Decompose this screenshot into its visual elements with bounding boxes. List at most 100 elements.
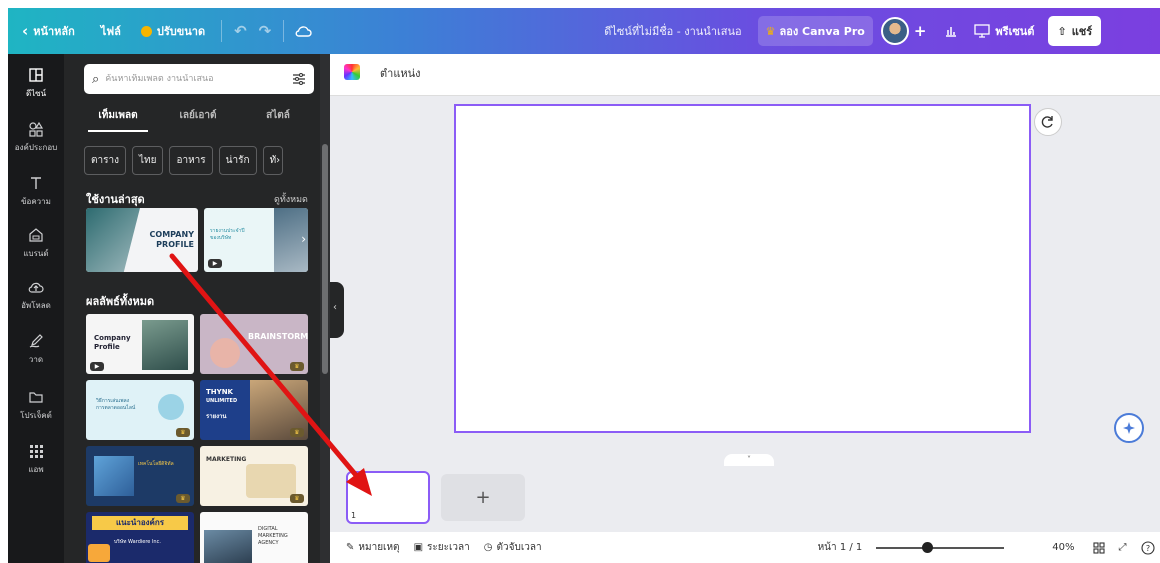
search-box[interactable]: ⌕	[84, 64, 314, 94]
template-card-online-marketing[interactable]: วิธีการเล่นเพลง การตลาดออนไลน์ ♛	[86, 380, 194, 440]
document-title[interactable]: ดีไซน์ที่ไม่มีชื่อ - งานนำเสนอ	[604, 22, 741, 40]
template-image	[142, 320, 188, 370]
draw-icon	[29, 334, 43, 348]
help-icon[interactable]: ?	[1140, 540, 1155, 555]
zoom-slider[interactable]	[876, 541, 1005, 553]
rail-item-text[interactable]: ข้อความ	[8, 174, 64, 208]
zoom-level[interactable]: 40%	[1052, 542, 1074, 553]
chip-more[interactable]: ทั›	[262, 146, 284, 175]
template-card-company-profile[interactable]: COMPANY PROFILE	[86, 208, 198, 272]
apps-grid-icon	[30, 445, 43, 458]
rail-item-elements[interactable]: องค์ประกอบ	[8, 120, 64, 154]
template-heading: Company Profile	[94, 334, 131, 351]
template-card-annual-report[interactable]: รายงานประจำปี ของบริษัท ▶ ›	[204, 208, 308, 272]
folder-icon	[29, 392, 43, 403]
brand-icon	[29, 228, 43, 242]
insights-icon[interactable]	[944, 24, 958, 38]
add-collaborator-icon[interactable]: +	[914, 22, 927, 40]
template-image	[204, 530, 252, 563]
crown-icon: ♛	[290, 428, 304, 437]
share-button[interactable]: ⇧ แชร์	[1048, 16, 1102, 46]
crown-icon	[140, 25, 152, 37]
crown-icon: ♛	[290, 494, 304, 503]
page-count[interactable]: หน้า 1 / 1	[818, 540, 863, 555]
template-card-company-intro[interactable]: แนะนำองค์กร บริษัท Wardiere Inc.	[86, 512, 194, 563]
template-heading: THYNK UNLIMITED รายงาน	[206, 388, 238, 420]
collapse-panel-handle[interactable]: ‹	[330, 282, 344, 338]
grid-view-icon[interactable]	[1092, 541, 1105, 554]
tab-templates[interactable]: เท็มเพลต	[78, 108, 158, 132]
chip-thai[interactable]: ไทย	[131, 146, 164, 175]
chevron-right-icon: ›	[276, 155, 281, 166]
template-heading: เทคโนโลยีดิจิทัล	[138, 461, 174, 467]
recent-title: ใช้งานล่าสุด	[86, 193, 145, 206]
duration-icon: ▣	[413, 542, 424, 553]
template-card-company-profile-2[interactable]: Company Profile ▶	[86, 314, 194, 374]
slide-page[interactable]	[454, 104, 1031, 433]
template-card-thynk[interactable]: THYNK UNLIMITED รายงาน ♛	[200, 380, 308, 440]
video-icon: ▶	[90, 362, 104, 371]
try-pro-button[interactable]: ♛ ลอง Canva Pro	[757, 16, 873, 46]
editor-toolbar: ตำแหน่ง	[330, 54, 1160, 96]
template-illustration	[246, 464, 296, 498]
chevron-down-icon[interactable]: ˅	[724, 454, 774, 466]
timer-button[interactable]: ◷ ตัวจับเวลา	[484, 540, 542, 555]
template-card-tech-lesson[interactable]: เทคโนโลยีดิจิทัล ♛	[86, 446, 194, 506]
panel-scrollbar[interactable]	[322, 144, 328, 374]
cloud-saved-icon[interactable]	[294, 24, 312, 38]
timer-icon: ◷	[483, 542, 493, 553]
color-picker-icon[interactable]	[344, 64, 360, 80]
design-icon	[29, 68, 43, 82]
filter-icon[interactable]	[292, 73, 306, 85]
rail-item-apps[interactable]: แอพ	[8, 442, 64, 476]
template-illustration	[210, 338, 240, 368]
rail-item-draw[interactable]: วาด	[8, 332, 64, 366]
panel-tabs: เท็มเพลต เลย์เอาต์ สไตล์	[78, 108, 318, 132]
chip-cute[interactable]: น่ารัก	[218, 146, 257, 175]
add-page-button[interactable]: +	[441, 474, 525, 521]
rail-item-projects[interactable]: โปรเจ็คต์	[8, 388, 64, 422]
video-icon: ▶	[208, 259, 222, 268]
duration-button[interactable]: ▣ ระยะเวลา	[414, 540, 470, 555]
search-input[interactable]	[105, 74, 286, 84]
template-card-digital-agency[interactable]: DIGITAL MARKETING AGENCY	[200, 512, 308, 563]
chip-food[interactable]: อาหาร	[169, 146, 213, 175]
template-heading: วิธีการเล่นเพลง การตลาดออนไลน์	[96, 398, 136, 411]
template-heading: แนะนำองค์กร	[92, 516, 188, 530]
upload-cloud-icon	[28, 282, 44, 293]
rail-item-design[interactable]: ดีไซน์	[8, 66, 64, 100]
crown-icon: ♛	[765, 24, 776, 38]
template-card-brainstorm[interactable]: BRAINSTORM ♛	[200, 314, 308, 374]
magic-sparkle-icon[interactable]	[1114, 413, 1144, 443]
avatar[interactable]	[880, 17, 909, 45]
template-card-marketing[interactable]: MARKETING ♛	[200, 446, 308, 506]
rail-item-uploads[interactable]: อัพโหลด	[8, 278, 64, 312]
redo-icon[interactable]: ↷	[259, 22, 272, 40]
page-number: 1	[351, 511, 357, 520]
file-menu[interactable]: ไฟล์	[101, 22, 121, 40]
undo-icon[interactable]: ↶	[234, 22, 247, 40]
tab-layouts[interactable]: เลย์เอาต์	[158, 108, 238, 132]
chevron-right-icon[interactable]: ›	[301, 232, 306, 246]
present-button[interactable]: พรีเซนต์	[974, 22, 1034, 40]
chip-table[interactable]: ตาราง	[84, 146, 126, 175]
editor-footer: ✎ หมายเหตุ ▣ ระยะเวลา ◷ ตัวจับเวลา หน้า …	[330, 532, 1160, 563]
template-subheading: บริษัท Wardiere Inc.	[114, 539, 161, 545]
resize-button[interactable]: ปรับขนาด	[140, 22, 205, 40]
template-illustration	[158, 394, 184, 420]
rail-item-brand[interactable]: แบรนด์	[8, 226, 64, 260]
see-all-link[interactable]: ดูทั้งหมด	[274, 192, 308, 206]
tab-styles[interactable]: สไตล์	[238, 108, 318, 132]
notes-icon: ✎	[346, 542, 355, 553]
search-icon: ⌕	[92, 71, 100, 87]
position-button[interactable]: ตำแหน่ง	[380, 64, 421, 82]
present-icon	[974, 24, 991, 38]
zoom-slider-knob[interactable]	[921, 541, 933, 553]
top-bar: ‹ หน้าหลัก ไฟล์ ปรับขนาด ↶ ↷ ดีไซน์ที่ไม…	[8, 8, 1160, 54]
refresh-icon[interactable]	[1034, 108, 1062, 136]
home-button[interactable]: ‹ หน้าหลัก	[22, 22, 75, 40]
template-image	[86, 208, 140, 272]
fullscreen-icon[interactable]: ⤢	[1119, 542, 1127, 553]
notes-button[interactable]: ✎ หมายเหตุ	[346, 540, 400, 555]
page-thumbnail[interactable]: 1	[346, 471, 430, 524]
